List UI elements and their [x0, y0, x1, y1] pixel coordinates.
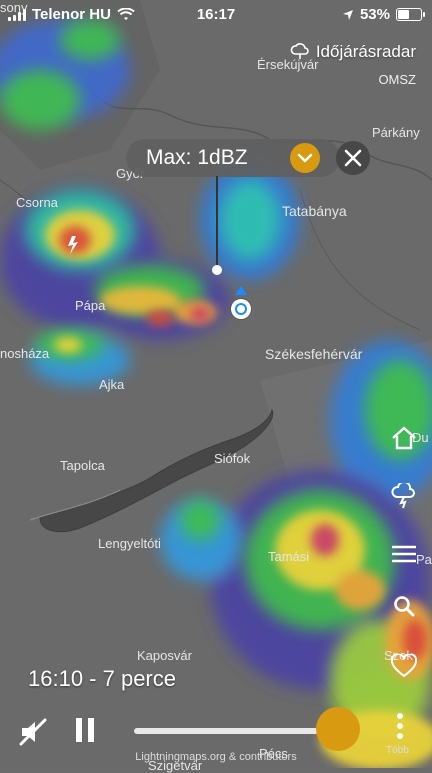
radar-title: Időjárásradar	[315, 42, 416, 61]
heart-icon[interactable]	[390, 652, 418, 680]
location-arrow-icon	[342, 9, 353, 20]
map-credit: Lightningmaps.org & contributors	[135, 751, 297, 763]
battery-icon	[396, 8, 425, 21]
timestamp-label: 16:10 - 7 perce	[28, 666, 176, 691]
menu-icon[interactable]	[390, 540, 418, 568]
home-icon[interactable]	[390, 424, 418, 452]
status-bar: Telenor HU 16:17 53%	[0, 0, 432, 30]
pause-icon[interactable]	[70, 714, 100, 746]
chevron-down-icon[interactable]	[290, 143, 320, 173]
thunderstorm-icon[interactable]	[390, 482, 418, 510]
timeline-slider-thumb[interactable]	[316, 707, 360, 751]
marker-pin-line	[216, 176, 218, 268]
radar-title-button[interactable]: Időjárásradar	[290, 42, 416, 62]
max-value-pill[interactable]: Max: 1dBZ	[126, 139, 340, 177]
max-value-label: Max: 1dBZ	[146, 146, 248, 169]
radar-source: OMSZ	[378, 72, 416, 87]
status-right: 53%	[342, 6, 425, 23]
radar-map[interactable]	[0, 0, 432, 768]
heading-arrow-icon	[235, 286, 247, 295]
current-location-marker	[231, 299, 251, 319]
more-options-icon[interactable]	[388, 710, 412, 742]
timeline-slider[interactable]	[134, 728, 334, 734]
close-icon[interactable]	[336, 141, 370, 175]
radar-cloud-icon	[290, 43, 309, 59]
marker-pin-dot[interactable]	[212, 265, 222, 275]
search-icon[interactable]	[390, 592, 418, 620]
mute-icon[interactable]	[16, 714, 52, 750]
battery-percent: 53%	[359, 6, 390, 23]
